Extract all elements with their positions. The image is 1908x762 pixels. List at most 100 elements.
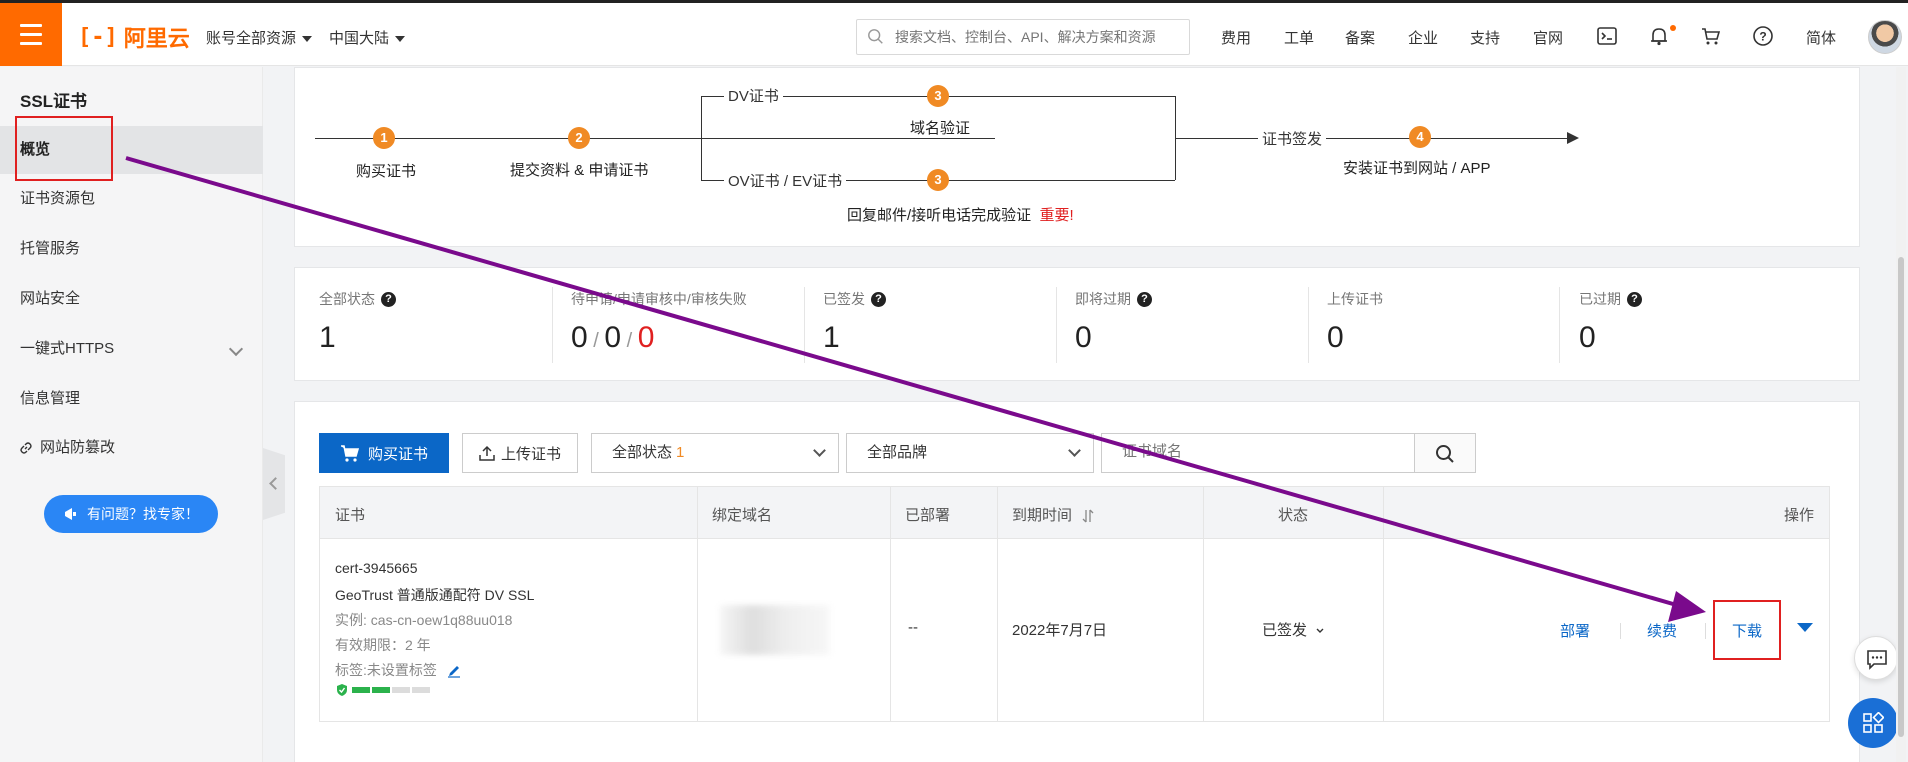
ask-expert-button[interactable]: 有问题？找专家！ <box>44 495 218 533</box>
annotation-box-overview <box>15 116 113 181</box>
divider <box>804 287 805 363</box>
process-flow-panel: 1 购买证书 2 提交资料 & 申请证书 DV证书 3 域名验证 OV证书 / … <box>294 67 1860 247</box>
sidebar-item-managed-service[interactable]: 托管服务 <box>0 225 263 273</box>
chevron-down-icon <box>228 341 244 357</box>
help-icon[interactable]: ? <box>381 291 396 307</box>
stat-value-failed[interactable]: 0 <box>638 321 655 354</box>
upload-cert-button[interactable]: 上传证书 <box>462 433 578 473</box>
topnav-link-tickets[interactable]: 工单 <box>1284 27 1314 48</box>
stat-pending[interactable]: 待申请/申请审核中/审核失败 0 / 0 / 0 <box>571 289 747 355</box>
stat-issued[interactable]: 已签发? 1 <box>823 289 886 355</box>
region-dropdown[interactable]: 中国大陆 <box>329 27 406 48</box>
link-icon <box>20 442 32 454</box>
domain-search-input[interactable] <box>1122 443 1392 460</box>
strength-segment <box>412 687 430 693</box>
sidebar-item-cert-packages[interactable]: 证书资源包 <box>0 175 263 223</box>
sidebar-collapse-toggle[interactable] <box>263 448 285 520</box>
col-header-cert: 证书 <box>335 507 366 524</box>
verify-note: 回复邮件/接听电话完成验证 重要! <box>847 204 1074 225</box>
bell-icon[interactable] <box>1648 25 1670 47</box>
step-2-label: 提交资料 & 申请证书 <box>510 162 649 179</box>
language-switch[interactable]: 简体 <box>1806 27 1836 48</box>
status-filter-select[interactable]: 全部状态 1 <box>591 433 839 473</box>
col-header-expire-label: 到期时间 <box>1012 507 1073 524</box>
deploy-link[interactable]: 部署 <box>1560 620 1590 641</box>
sidebar-item-info-management[interactable]: 信息管理 <box>0 375 263 423</box>
topnav-link-support[interactable]: 支持 <box>1470 27 1500 48</box>
sidebar-item-label: 网站安全 <box>20 290 81 307</box>
global-search-input[interactable] <box>895 26 1181 48</box>
step-3-badge-dv: 3 <box>927 85 949 107</box>
aliyun-logo[interactable]: [-] 阿里云 <box>78 21 190 53</box>
help-icon[interactable]: ? <box>1137 291 1152 307</box>
buy-cert-button[interactable]: 购买证书 <box>319 433 449 473</box>
stat-value-reviewing[interactable]: 0 <box>604 321 621 354</box>
brand-filter-select[interactable]: 全部品牌 <box>846 433 1094 473</box>
stat-label: 全部状态 <box>319 291 375 307</box>
sidebar-item-one-click-https[interactable]: 一键式HTTPS <box>0 325 263 373</box>
topnav-link-icp[interactable]: 备案 <box>1345 27 1375 48</box>
col-header-expire[interactable]: 到期时间 <box>1012 504 1094 525</box>
sidebar-item-site-security[interactable]: 网站安全 <box>0 275 263 323</box>
search-icon <box>1436 445 1454 463</box>
domain-search-box[interactable] <box>1101 433 1415 473</box>
scrollbar-thumb[interactable] <box>1898 257 1904 737</box>
annotation-box-download <box>1713 600 1781 660</box>
chat-float-button[interactable] <box>1854 636 1898 680</box>
stat-label: 已签发 <box>823 291 865 307</box>
global-search-box[interactable] <box>856 19 1190 55</box>
help-icon[interactable]: ? <box>1627 291 1642 307</box>
stat-value-pending[interactable]: 0 <box>571 321 588 354</box>
help-circle-icon[interactable]: ? <box>1752 25 1774 47</box>
sidebar-title: SSL证书 <box>20 92 88 111</box>
step-2-badge: 2 <box>568 127 590 149</box>
topnav-link-official-site[interactable]: 官网 <box>1533 27 1563 48</box>
more-actions-dropdown-icon[interactable] <box>1797 623 1813 633</box>
sidebar-item-anti-tamper[interactable]: 网站防篡改 <box>0 424 263 472</box>
col-header-actions: 操作 <box>1784 507 1815 524</box>
stat-expired[interactable]: 已过期? 0 <box>1579 289 1642 355</box>
cart-icon[interactable] <box>1700 25 1722 47</box>
hamburger-menu-button[interactable] <box>0 3 62 66</box>
account-dropdown-label: 账号全部资源 <box>206 30 297 47</box>
upload-icon <box>479 445 495 461</box>
ov-ev-cert-label: OV证书 / EV证书 <box>724 170 847 191</box>
divider <box>552 287 553 363</box>
stat-label: 待申请/申请审核中/审核失败 <box>571 291 747 307</box>
flow-line <box>315 138 995 139</box>
cert-instance: 实例: cas-cn-oew1q88uu018 <box>335 612 513 628</box>
region-dropdown-label: 中国大陆 <box>329 30 390 47</box>
aliyun-logo-mark-icon: [-] <box>78 24 118 50</box>
account-resource-dropdown[interactable]: 账号全部资源 <box>206 27 313 48</box>
column-divider <box>890 487 891 721</box>
column-divider <box>997 487 998 721</box>
status-dropdown[interactable]: 已签发 <box>1262 619 1325 640</box>
sidebar-item-label: 托管服务 <box>20 240 81 257</box>
renew-link[interactable]: 续费 <box>1647 620 1677 641</box>
ask-expert-label: 有问题？找专家！ <box>87 506 199 522</box>
apps-float-button[interactable] <box>1848 698 1898 748</box>
page-scrollbar[interactable] <box>1896 67 1906 762</box>
shield-check-icon <box>337 684 347 696</box>
security-strength-bar <box>352 686 430 694</box>
column-divider <box>1203 487 1204 721</box>
topnav-link-enterprise[interactable]: 企业 <box>1408 27 1438 48</box>
terminal-icon[interactable] <box>1596 25 1618 47</box>
sort-icon[interactable] <box>1082 509 1094 523</box>
domain-search-button[interactable] <box>1414 433 1476 473</box>
flow-line <box>1175 138 1569 139</box>
stat-value: 1 <box>823 321 840 354</box>
brand-filter-value: 全部品牌 <box>867 444 928 461</box>
chat-bubble-icon <box>1867 650 1887 670</box>
edit-pencil-icon[interactable] <box>447 664 461 678</box>
chevron-down-icon <box>813 444 826 457</box>
help-icon[interactable]: ? <box>871 291 886 307</box>
stat-uploaded[interactable]: 上传证书 0 <box>1327 289 1383 355</box>
user-avatar[interactable] <box>1868 20 1902 54</box>
important-note: 重要! <box>1039 207 1074 224</box>
topnav-link-fees[interactable]: 费用 <box>1221 27 1251 48</box>
status-filter-value: 全部状态 <box>612 444 673 461</box>
expire-date: 2022年7月7日 <box>1012 622 1108 639</box>
stat-expiring[interactable]: 即将过期? 0 <box>1075 289 1152 355</box>
stat-all[interactable]: 全部状态? 1 <box>319 289 396 355</box>
